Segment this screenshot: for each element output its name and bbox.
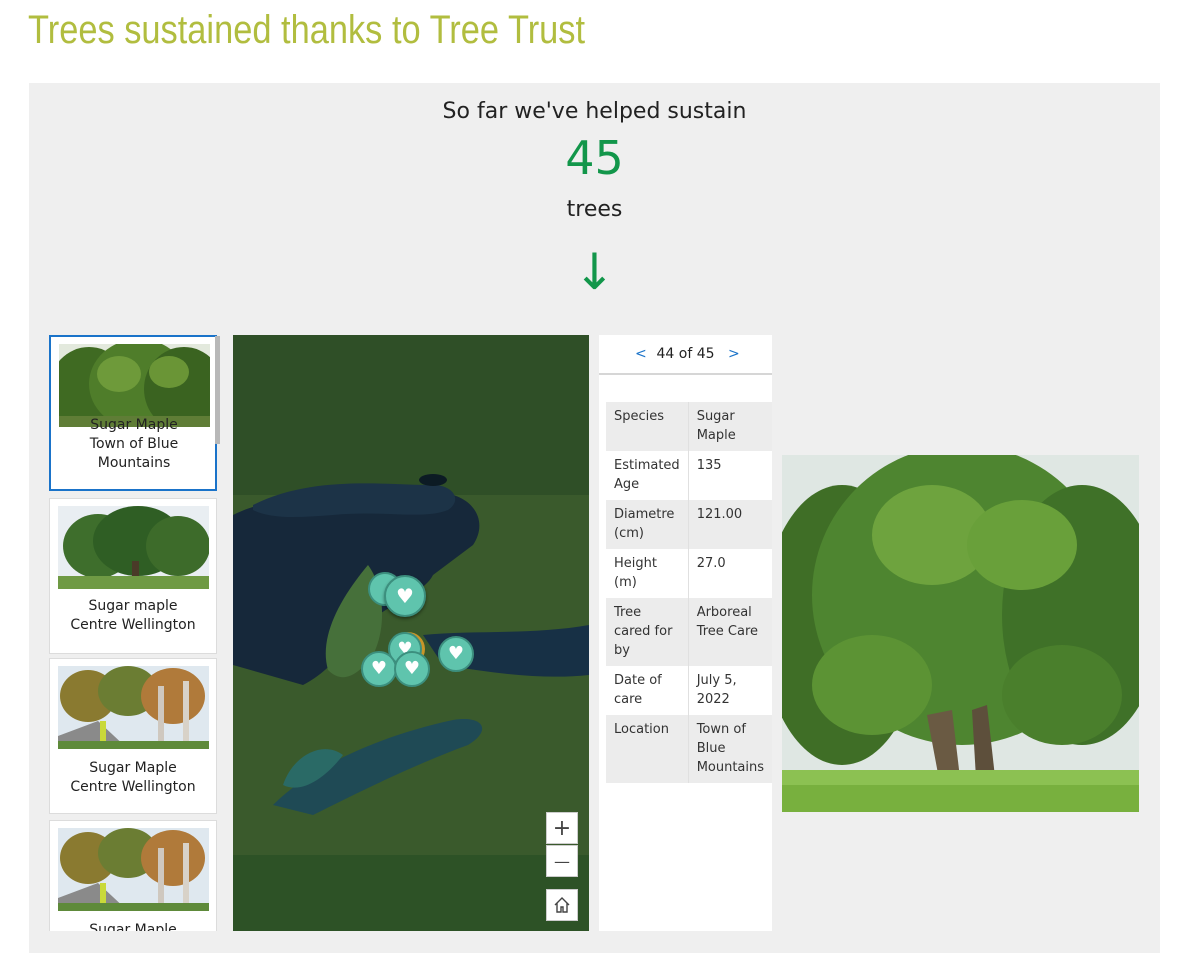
heart-leaf-icon: ♥ [447,643,465,664]
table-row: Estimated Age 135 [606,451,773,500]
gallery-card-species: Sugar Maple [90,417,178,433]
gallery-card[interactable]: Sugar Maple Town of Blue Mountains [49,335,217,491]
map-marker[interactable]: ♥ [394,651,430,687]
attribute-key: Location [606,715,689,783]
home-icon [554,897,570,913]
gallery-card-location: Centre Wellington [70,779,196,795]
table-row: Tree cared for by Arboreal Tree Care [606,598,773,666]
counter-unit: trees [566,197,623,222]
attribute-value: 121.00 [688,500,773,549]
previous-record-button[interactable]: < [635,346,647,362]
arrow-down-icon: ↓ [573,243,616,301]
tree-thumbnail [58,666,209,749]
heart-leaf-icon: ♥ [370,658,388,679]
map-marker[interactable]: ♥ [361,651,397,687]
table-row: Species Sugar Maple [606,402,773,451]
tree-photo [782,455,1139,812]
gallery-card-species: Sugar Maple [89,922,177,931]
attribute-key: Estimated Age [606,451,689,500]
attribute-key: Species [606,402,689,451]
table-row: Diametre (cm) 121.00 [606,500,773,549]
tree-counter: 45 [565,131,624,185]
heart-leaf-icon: ♥ [396,584,414,608]
gallery-scrollbar[interactable] [215,336,220,444]
gallery-card[interactable]: Sugar Maple [49,820,217,931]
heart-leaf-icon: ♥ [403,658,421,679]
record-pager: 44 of 45 < > [599,335,772,375]
next-record-button[interactable]: > [728,346,740,362]
gallery-card-location: Centre Wellington [70,617,196,633]
tree-map[interactable]: ♥ ♥ ♥ ♥ ♥ [233,335,589,931]
home-button[interactable] [546,889,578,921]
pager-position: 44 of 45 [656,346,715,362]
attribute-key: Diametre (cm) [606,500,689,549]
tree-thumbnail [58,828,209,911]
table-row: Date of care July 5, 2022 [606,666,773,715]
gallery-card[interactable]: Sugar maple Centre Wellington [49,498,217,654]
table-row: Height (m) 27.0 [606,549,773,598]
attribute-table: Species Sugar Maple Estimated Age 135 Di… [606,402,773,783]
page-title: Trees sustained thanks to Tree Trust [28,8,586,52]
attribute-value: Arboreal Tree Care [688,598,773,666]
attribute-value: 27.0 [688,549,773,598]
attribute-value: Sugar Maple [688,402,773,451]
gallery-card-location: Town of Blue Mountains [89,436,179,471]
attribute-value: July 5, 2022 [688,666,773,715]
tree-thumbnail [58,506,209,589]
gallery-card-species: Sugar Maple [89,760,177,776]
attribute-key: Tree cared for by [606,598,689,666]
intro-text: So far we've helped sustain [442,99,747,124]
table-row: Location Town of Blue Mountains [606,715,773,783]
map-marker[interactable]: ♥ [384,575,426,617]
map-marker[interactable]: ♥ [438,636,474,672]
attribute-value: 135 [688,451,773,500]
tree-thumbnail [59,344,210,427]
gallery-card[interactable]: Sugar Maple Centre Wellington [49,658,217,814]
attribute-key: Height (m) [606,549,689,598]
tree-details-panel: 44 of 45 < > Species Sugar Maple Estimat… [599,335,773,931]
zoom-out-button[interactable]: — [546,845,578,877]
tree-gallery[interactable]: Sugar Maple Town of Blue Mountains Sugar… [49,335,222,931]
attribute-key: Date of care [606,666,689,715]
attribute-value: Town of Blue Mountains [688,715,773,783]
zoom-in-button[interactable]: + [546,812,578,844]
gallery-card-species: Sugar maple [88,598,178,614]
